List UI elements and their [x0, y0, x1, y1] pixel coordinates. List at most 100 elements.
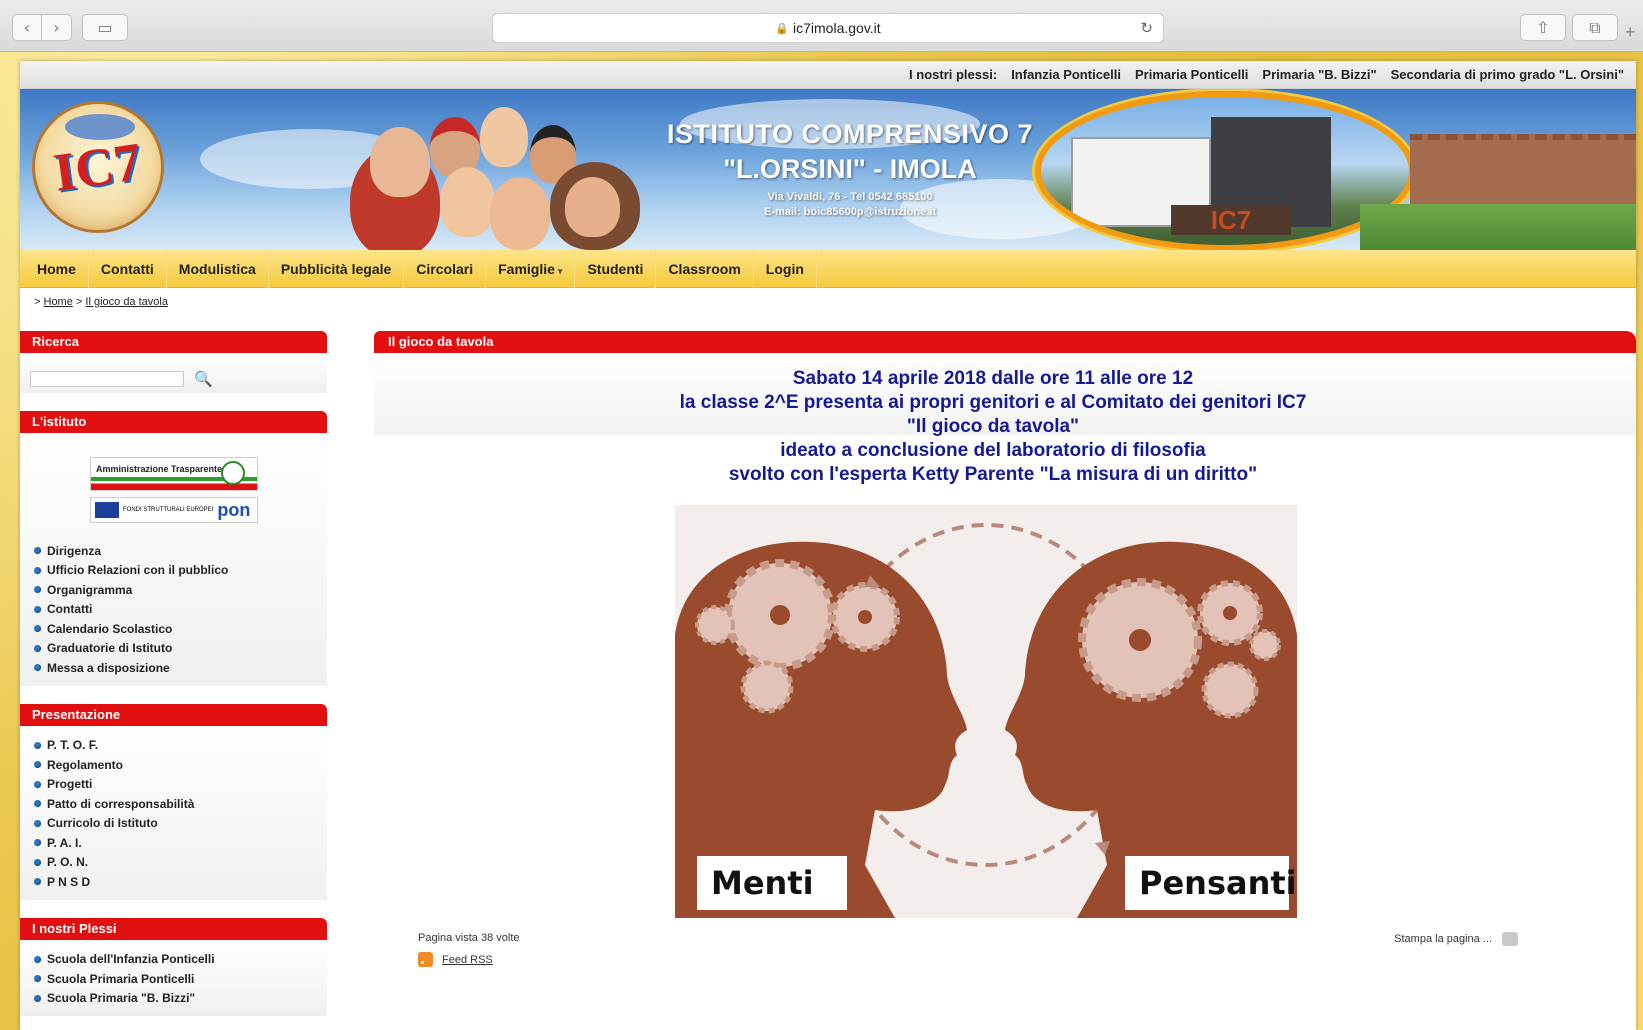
list-item[interactable]: Contatti [34, 600, 327, 620]
breadcrumb-current[interactable]: Il gioco da tavola [85, 296, 168, 308]
article-title: Il gioco da tavola [374, 331, 1636, 353]
list-item[interactable]: Calendario Scolastico [34, 619, 327, 639]
presentazione-list: P. T. O. F. Regolamento Progetti Patto d… [20, 726, 327, 900]
browser-toolbar: ‹ › ▭ 🔒 ic7imola.gov.it ↻ ⇧ ⧉ + [0, 0, 1643, 52]
share-icon[interactable]: ⇧ [1520, 14, 1566, 41]
nav-circolari[interactable]: Circolari [404, 249, 487, 288]
bullet-icon [34, 644, 41, 652]
list-item-label: Progetti [47, 777, 93, 792]
list-item-label: Ufficio Relazioni con il pubblico [47, 563, 229, 578]
pon-link[interactable]: FONDI STRUTTURALI EUROPEI pon [90, 497, 258, 523]
school-building-photo: IC7 [1035, 91, 1415, 250]
chevron-down-icon: ▾ [557, 265, 563, 276]
announcement-line: la classe 2^E presenta ai propri genitor… [679, 392, 1307, 413]
main-nav: Home Contatti Modulistica Pubblicità leg… [20, 249, 1636, 288]
site-banner: IC7 ISTITUTO COMPRENSIVO 7 "L.ORSINI" - … [20, 89, 1636, 250]
nav-modulistica[interactable]: Modulistica [167, 249, 269, 288]
list-item-label: Dirigenza [47, 543, 102, 558]
istituto-box: Amministrazione Trasparente FONDI STRUTT… [20, 433, 327, 686]
list-item[interactable]: P. A. I. [34, 833, 327, 853]
pon-logo: pon [217, 499, 251, 520]
plessi-label: I nostri plessi: [909, 67, 998, 82]
bullet-icon [34, 800, 41, 808]
new-tab-icon[interactable]: + [1625, 22, 1636, 43]
list-item-label: Graduatorie di Istituto [47, 641, 173, 656]
back-icon[interactable]: ‹ [12, 14, 42, 41]
amministrazione-trasparente-link[interactable]: Amministrazione Trasparente [90, 457, 258, 491]
nav-contatti[interactable]: Contatti [89, 249, 167, 288]
list-item[interactable]: Regolamento [34, 755, 327, 775]
search-icon[interactable]: 🔍 [194, 370, 213, 388]
school-name-line2: "L.ORSINI" - IMOLA [723, 154, 977, 184]
plessi-link-primaria-bizzi[interactable]: Primaria "B. Bizzi" [1262, 67, 1376, 82]
bullet-icon [34, 664, 41, 672]
announcement-line: Sabato 14 aprile 2018 dalle ore 11 alle … [792, 368, 1194, 389]
list-item[interactable]: Scuola Primaria "B. Bizzi" [34, 989, 327, 1009]
list-item-label: Curricolo di Istituto [47, 816, 158, 831]
search-box-title: Ricerca [20, 331, 327, 353]
bullet-icon [34, 994, 41, 1002]
search-box: 🔍 [20, 353, 327, 393]
fondi-label: FONDI STRUTTURALI EUROPEI [123, 507, 214, 513]
bullet-icon [34, 586, 41, 594]
nav-famiglie[interactable]: Famiglie ▾ [486, 249, 576, 288]
bullet-icon [34, 839, 41, 847]
plessi-box: Scuola dell'Infanzia Ponticelli Scuola P… [20, 939, 327, 1016]
badges: Amministrazione Trasparente FONDI STRUTT… [20, 433, 327, 537]
nav-famiglie-label: Famiglie [498, 260, 555, 277]
printer-icon[interactable] [1502, 932, 1518, 946]
rss-icon[interactable] [418, 952, 433, 967]
poster-label-right: Pensanti [1125, 856, 1297, 910]
nav-classroom[interactable]: Classroom [656, 249, 754, 288]
list-item[interactable]: P N S D [34, 872, 327, 892]
school-address: Via Vivaldi, 76 - Tel 0542 685100 [767, 191, 933, 203]
bullet-icon [34, 858, 41, 866]
nav-pubblicita-legale[interactable]: Pubblicità legale [269, 249, 405, 288]
list-item[interactable]: Dirigenza [34, 541, 327, 561]
presentazione-box-title: Presentazione [20, 703, 327, 726]
rss-feed: Feed RSS [418, 952, 1518, 967]
list-item[interactable]: Patto di corresponsabilità [34, 794, 327, 814]
breadcrumb-separator: > [34, 296, 41, 308]
tabs-overview-icon[interactable]: ⧉ [1572, 14, 1618, 41]
list-item[interactable]: P. T. O. F. [34, 736, 327, 756]
list-item[interactable]: Scuola Primaria Ponticelli [34, 969, 327, 989]
list-item-label: P. A. I. [47, 835, 82, 850]
nav-home[interactable]: Home [25, 249, 89, 288]
plessi-link-secondaria[interactable]: Secondaria di primo grado "L. Orsini" [1391, 67, 1624, 82]
plessi-link-infanzia[interactable]: Infanzia Ponticelli [1011, 67, 1121, 82]
bullet-icon [34, 955, 41, 963]
school-logo[interactable]: IC7 [32, 101, 164, 233]
article-footer: Pagina vista 38 volte Feed RSS Stampa la… [418, 932, 1518, 967]
menti-pensanti-poster: Menti Pensanti [675, 505, 1297, 918]
plessi-link-primaria-ponticelli[interactable]: Primaria Ponticelli [1135, 67, 1248, 82]
sidebar-toggle-icon[interactable]: ▭ [82, 14, 128, 41]
list-item[interactable]: Scuola dell'Infanzia Ponticelli [34, 950, 327, 970]
article-announcement: Sabato 14 aprile 2018 dalle ore 11 alle … [374, 367, 1612, 487]
plessi-bar: I nostri plessi: Infanzia Ponticelli Pri… [20, 61, 1636, 89]
reload-icon[interactable]: ↻ [1140, 19, 1153, 37]
list-item[interactable]: Curricolo di Istituto [34, 814, 327, 834]
nav-login[interactable]: Login [754, 249, 817, 288]
breadcrumb-home[interactable]: Home [44, 296, 73, 308]
list-item-label: Patto di corresponsabilità [47, 796, 195, 811]
list-item[interactable]: Progetti [34, 775, 327, 795]
list-item[interactable]: Ufficio Relazioni con il pubblico [34, 561, 327, 581]
address-bar[interactable]: 🔒 ic7imola.gov.it ↻ [492, 13, 1164, 43]
forward-icon[interactable]: › [42, 14, 72, 41]
print-page[interactable]: Stampa la pagina ... [1394, 932, 1518, 946]
list-item[interactable]: Organigramma [34, 580, 327, 600]
bullet-icon [34, 878, 41, 886]
list-item-label: Scuola Primaria "B. Bizzi" [47, 991, 196, 1006]
list-item-label: Contatti [47, 602, 93, 617]
list-item[interactable]: Graduatorie di Istituto [34, 639, 327, 659]
announcement-line: svolto con l'esperta Ketty Parente "La m… [728, 464, 1258, 485]
url-text: ic7imola.gov.it [793, 20, 881, 36]
rss-feed-link[interactable]: Feed RSS [442, 954, 493, 966]
bullet-icon [34, 547, 41, 555]
list-item[interactable]: Messa a disposizione [34, 658, 327, 678]
print-label: Stampa la pagina ... [1394, 933, 1492, 945]
search-input[interactable] [30, 371, 184, 387]
list-item[interactable]: P. O. N. [34, 853, 327, 873]
nav-studenti[interactable]: Studenti [575, 249, 657, 288]
